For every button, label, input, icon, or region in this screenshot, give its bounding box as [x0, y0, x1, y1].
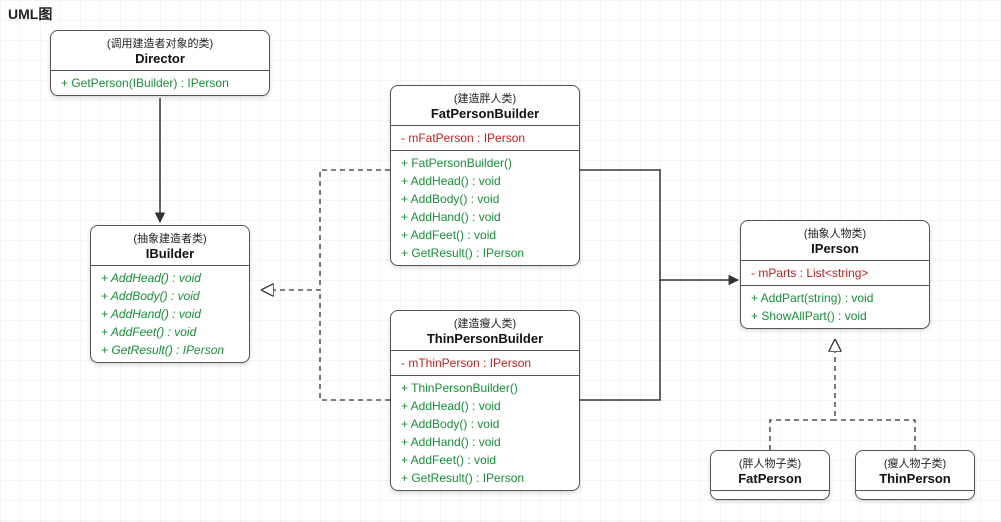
thinbuilder-stereo: (建造瘦人类): [401, 315, 569, 331]
fatbuilder-m3: + AddBody() : void: [401, 190, 569, 208]
fatbuilder-m6: + GetResult() : IPerson: [401, 244, 569, 262]
iperson-m2: + ShowAllPart() : void: [751, 307, 919, 325]
ibuilder-method-4: + AddFeet() : void: [101, 323, 239, 341]
iperson-m1: + AddPart(string) : void: [751, 289, 919, 307]
class-iperson: (抽象人物类) IPerson - mParts : List<string> …: [740, 220, 930, 329]
thinbuilder-m6: + GetResult() : IPerson: [401, 469, 569, 487]
director-name: Director: [61, 51, 259, 66]
thinbuilder-m2: + AddHead() : void: [401, 397, 569, 415]
ibuilder-method-2: + AddBody() : void: [101, 287, 239, 305]
thinbuilder-m4: + AddHand() : void: [401, 433, 569, 451]
class-ibuilder: (抽象建造者类) IBuilder + AddHead() : void + A…: [90, 225, 250, 363]
ibuilder-method-1: + AddHead() : void: [101, 269, 239, 287]
iperson-name: IPerson: [751, 241, 919, 256]
director-stereo: (调用建造者对象的类): [61, 35, 259, 51]
director-method: + GetPerson(IBuilder) : IPerson: [61, 74, 259, 92]
diagram-title: UML图: [8, 4, 52, 24]
thinperson-name: ThinPerson: [866, 471, 964, 486]
ibuilder-name: IBuilder: [101, 246, 239, 261]
class-thinperson: (瘦人物子类) ThinPerson: [855, 450, 975, 500]
fatbuilder-field: - mFatPerson : IPerson: [401, 129, 569, 147]
iperson-field: - mParts : List<string>: [751, 264, 919, 282]
rel-fatbuilder-ibuilder: [262, 170, 390, 290]
rel-thinperson-iperson: [835, 420, 915, 450]
iperson-stereo: (抽象人物类): [751, 225, 919, 241]
class-fatperson: (胖人物子类) FatPerson: [710, 450, 830, 500]
rel-fatperson-iperson: [770, 340, 835, 450]
fatbuilder-m1: + FatPersonBuilder(): [401, 154, 569, 172]
rel-fatbuilder-iperson: [580, 170, 738, 280]
class-thinpersonbuilder: (建造瘦人类) ThinPersonBuilder - mThinPerson …: [390, 310, 580, 491]
fatbuilder-m2: + AddHead() : void: [401, 172, 569, 190]
ibuilder-method-3: + AddHand() : void: [101, 305, 239, 323]
thinbuilder-m5: + AddFeet() : void: [401, 451, 569, 469]
class-director: (调用建造者对象的类) Director + GetPerson(IBuilde…: [50, 30, 270, 96]
thinbuilder-name: ThinPersonBuilder: [401, 331, 569, 346]
fatperson-stereo: (胖人物子类): [721, 455, 819, 471]
ibuilder-method-5: + GetResult() : IPerson: [101, 341, 239, 359]
thinbuilder-m1: + ThinPersonBuilder(): [401, 379, 569, 397]
fatperson-name: FatPerson: [721, 471, 819, 486]
fatbuilder-stereo: (建造胖人类): [401, 90, 569, 106]
thinbuilder-m3: + AddBody() : void: [401, 415, 569, 433]
rel-thinbuilder-iperson: [580, 280, 660, 400]
fatbuilder-m4: + AddHand() : void: [401, 208, 569, 226]
thinperson-stereo: (瘦人物子类): [866, 455, 964, 471]
thinbuilder-field: - mThinPerson : IPerson: [401, 354, 569, 372]
ibuilder-stereo: (抽象建造者类): [101, 230, 239, 246]
fatbuilder-m5: + AddFeet() : void: [401, 226, 569, 244]
class-fatpersonbuilder: (建造胖人类) FatPersonBuilder - mFatPerson : …: [390, 85, 580, 266]
fatbuilder-name: FatPersonBuilder: [401, 106, 569, 121]
rel-thinbuilder-ibuilder: [320, 290, 390, 400]
